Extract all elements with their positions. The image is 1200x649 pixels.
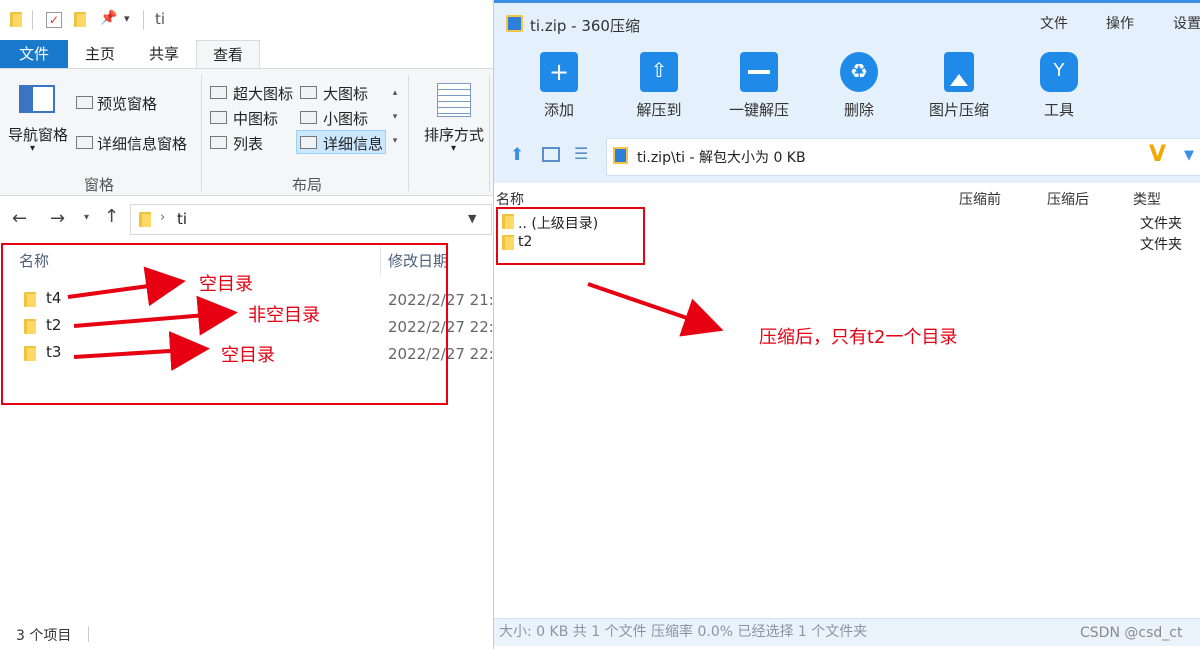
annotation-right: 压缩后，只有t2一个目录 xyxy=(759,327,958,348)
watermark: CSDN @csd_ct xyxy=(1080,625,1183,641)
annotation-t4: 空目录 xyxy=(199,274,253,295)
annotation-t3: 空目录 xyxy=(221,345,275,366)
arrow-t4 xyxy=(67,266,186,307)
arrow-t3 xyxy=(73,331,210,371)
annotation-arrows xyxy=(67,266,724,371)
arrow-right xyxy=(587,282,724,337)
arrow-t2 xyxy=(73,295,238,336)
annotation-t2: 非空目录 xyxy=(248,305,320,326)
